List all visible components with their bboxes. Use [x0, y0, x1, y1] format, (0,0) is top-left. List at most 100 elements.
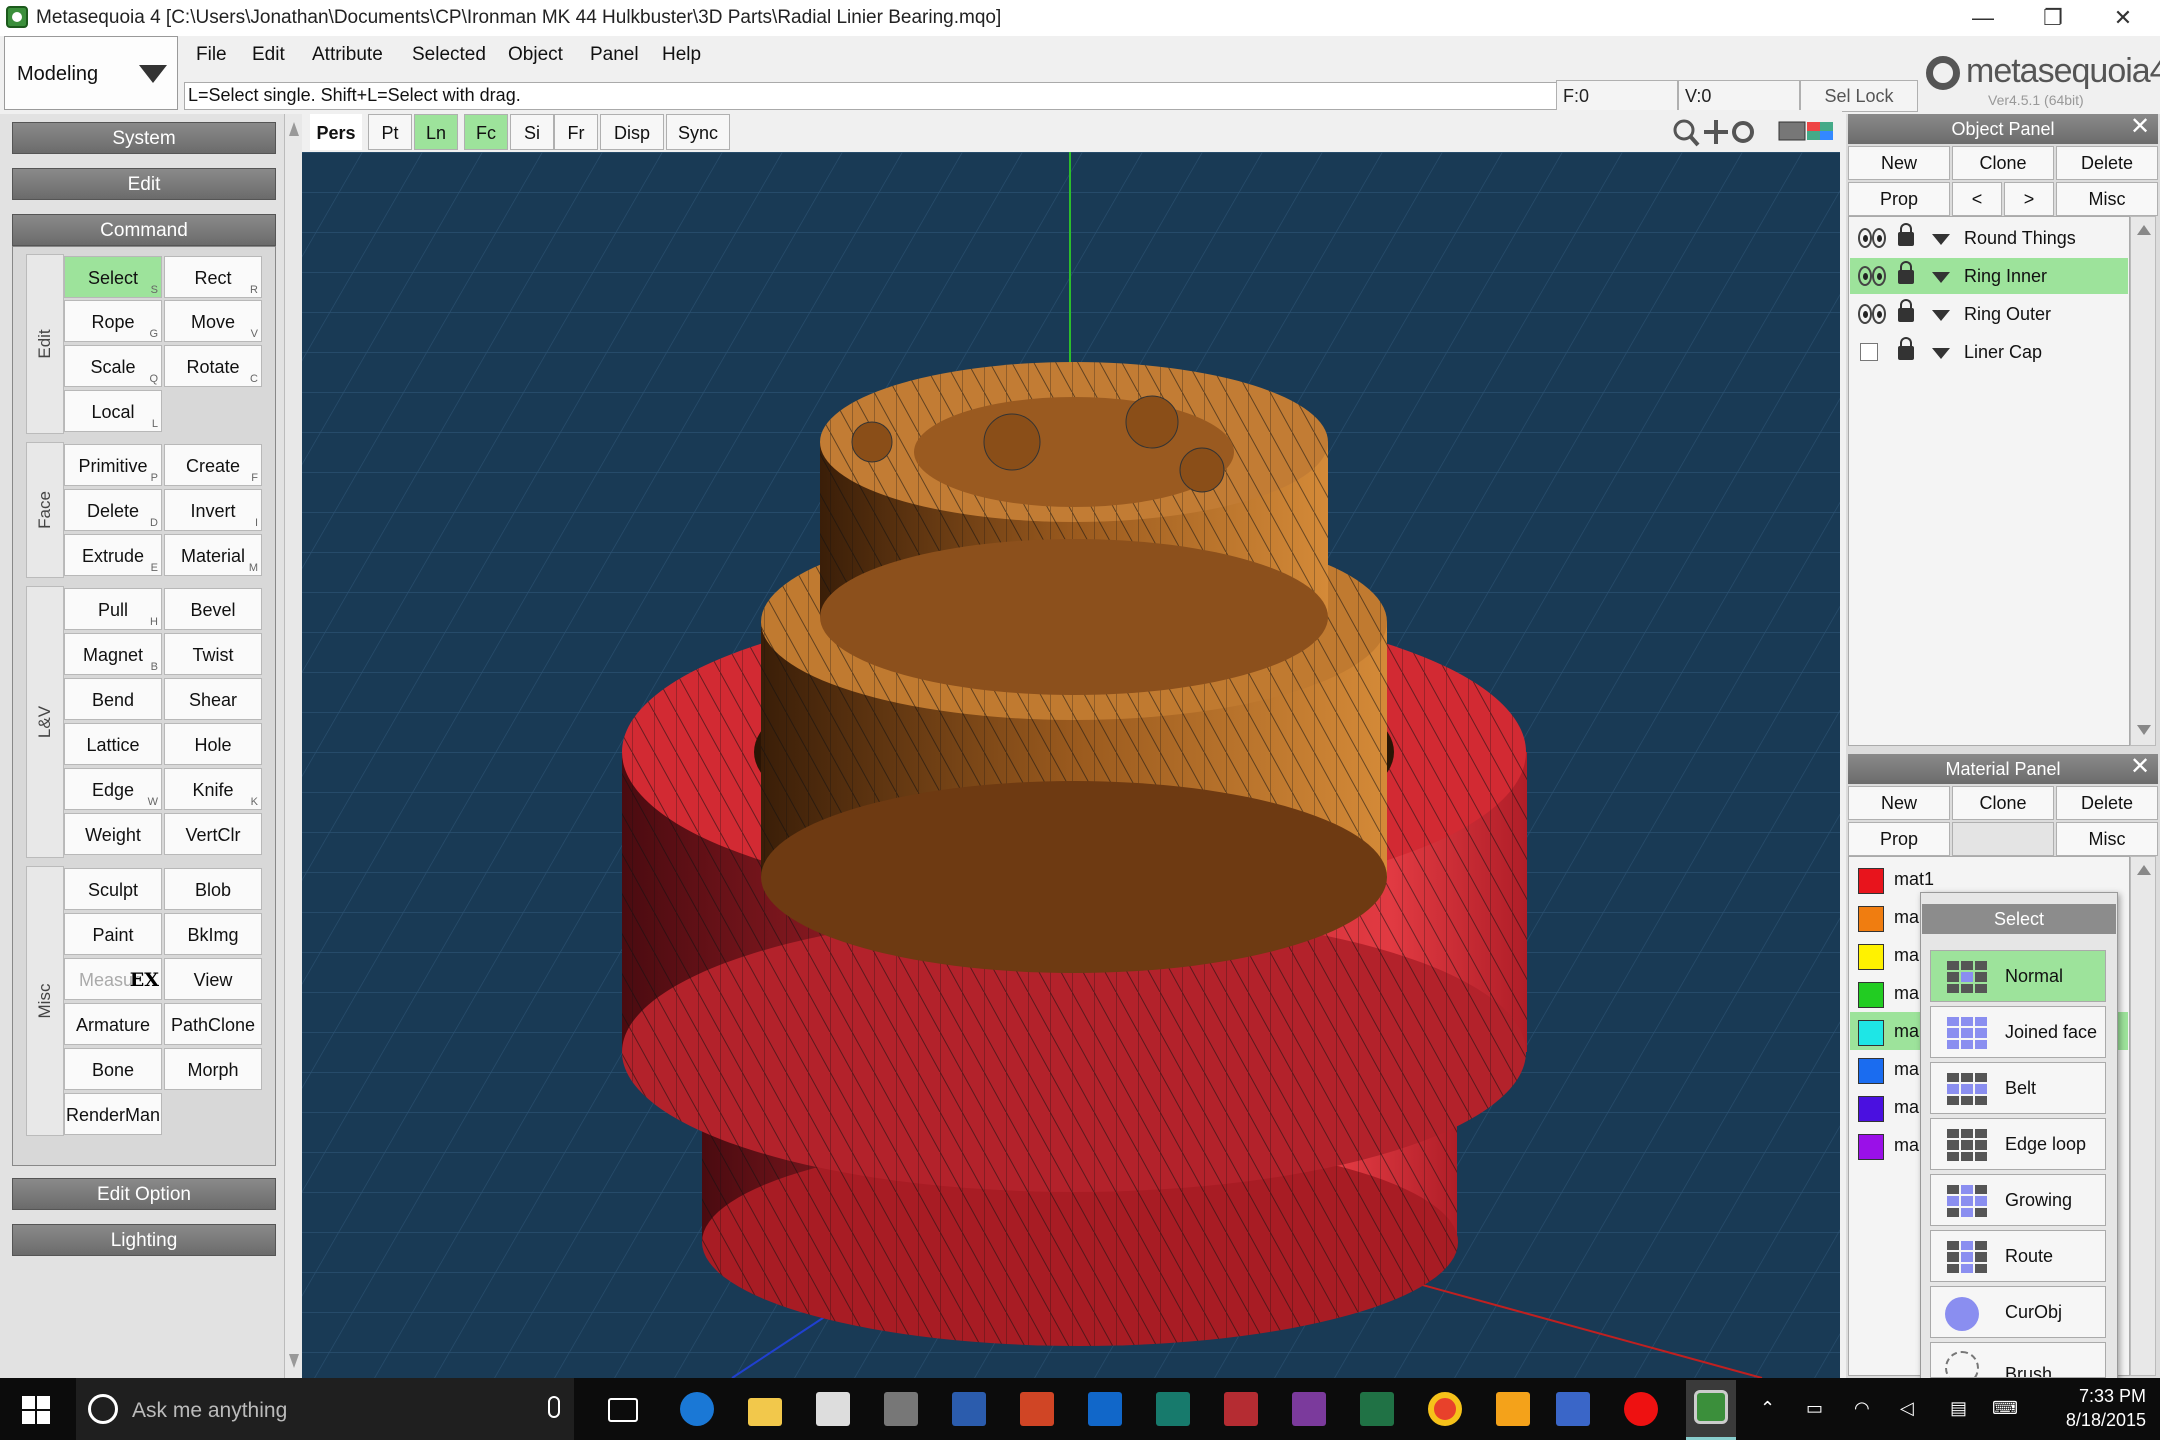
command-section[interactable]: Command — [12, 214, 276, 246]
object-row[interactable]: Liner Cap — [1850, 334, 2128, 370]
windows-start-icon[interactable] — [22, 1396, 50, 1424]
view-tool-button[interactable]: View — [164, 958, 262, 1000]
chrome-icon[interactable] — [1428, 1392, 1462, 1426]
calculator-icon[interactable] — [884, 1392, 918, 1426]
material-clone-button[interactable]: Clone — [1952, 786, 2054, 820]
bkimg-tool-button[interactable]: BkImg — [164, 913, 262, 955]
mode-dropdown[interactable]: Modeling — [4, 36, 178, 110]
select-tool-button[interactable]: Select S — [64, 256, 162, 298]
close-button[interactable]: ✕ — [2092, 0, 2154, 36]
taskbar-clock[interactable]: 7:33 PM 8/18/2015 — [2020, 1384, 2146, 1432]
app-icon[interactable] — [6, 6, 28, 28]
twist-tool-button[interactable]: Twist — [164, 633, 262, 675]
primitive-tool-button[interactable]: Primitive P — [64, 444, 162, 486]
expand-triangle-icon[interactable] — [1932, 348, 1950, 359]
lock-icon[interactable] — [1898, 223, 1914, 246]
paint-tool-button[interactable]: Paint — [64, 913, 162, 955]
scale-tool-button[interactable]: Scale Q — [64, 345, 162, 387]
bone-tool-button[interactable]: Bone — [64, 1048, 162, 1090]
object-prev-button[interactable]: < — [1952, 182, 2002, 216]
visibility-checkbox[interactable] — [1860, 343, 1878, 361]
weight-tool-button[interactable]: Weight — [64, 813, 162, 855]
rotate-tool-button[interactable]: Rotate C — [164, 345, 262, 387]
blob-tool-button[interactable]: Blob — [164, 868, 262, 910]
rope-tool-button[interactable]: Rope G — [64, 300, 162, 342]
access-icon[interactable] — [1224, 1392, 1258, 1426]
material-delete-button[interactable]: Delete — [2056, 786, 2158, 820]
measure-tool-button[interactable]: Measur EX — [64, 958, 162, 1000]
3d-viewport[interactable] — [302, 152, 1840, 1378]
system-section[interactable]: System — [12, 122, 276, 154]
view-pers-button[interactable]: Pers — [310, 114, 362, 150]
keyboard-icon[interactable]: ⌨ — [1992, 1398, 2018, 1419]
metasequoia-taskbar-button[interactable] — [1686, 1380, 1736, 1440]
select-brush-button[interactable]: Brush — [1930, 1342, 2106, 1378]
select-edge-loop-button[interactable]: Edge loop — [1930, 1118, 2106, 1170]
screen-layout-icon[interactable] — [1778, 118, 1836, 146]
sculpt-tool-button[interactable]: Sculpt — [64, 868, 162, 910]
edit-option-section[interactable]: Edit Option — [12, 1178, 276, 1210]
pull-tool-button[interactable]: Pull H — [64, 588, 162, 630]
material-tool-button[interactable]: Material M — [164, 534, 262, 576]
view-fc-button[interactable]: Fc — [464, 114, 508, 150]
visibility-eye-icon[interactable] — [1858, 266, 1888, 286]
edge-tool-button[interactable]: Edge W — [64, 768, 162, 810]
material-panel-close-icon[interactable]: ✕ — [2130, 754, 2150, 780]
view-fr-button[interactable]: Fr — [554, 114, 598, 150]
publisher-icon[interactable] — [1156, 1392, 1190, 1426]
volume-icon[interactable]: ◁ — [1900, 1398, 1914, 1419]
object-row[interactable]: Ring Outer — [1850, 296, 2128, 332]
minimize-button[interactable]: — — [1952, 0, 2014, 36]
onenote-icon[interactable] — [1292, 1392, 1326, 1426]
restore-button[interactable]: ❐ — [2022, 0, 2084, 36]
material-list-scrollbar[interactable] — [2130, 856, 2156, 1376]
menu-selected[interactable]: Selected — [412, 44, 486, 66]
lock-icon[interactable] — [1898, 337, 1914, 360]
object-clone-button[interactable]: Clone — [1952, 146, 2054, 180]
invert-tool-button[interactable]: Invert I — [164, 489, 262, 531]
action-center-icon[interactable]: ▤ — [1950, 1398, 1967, 1419]
visibility-eye-icon[interactable] — [1858, 304, 1888, 324]
menu-help[interactable]: Help — [662, 44, 701, 66]
menu-edit[interactable]: Edit — [252, 44, 285, 66]
pathclone-tool-button[interactable]: PathClone — [164, 1003, 262, 1045]
object-prop-button[interactable]: Prop — [1848, 182, 1950, 216]
store-icon[interactable] — [816, 1392, 850, 1426]
select-curobj-button[interactable]: CurObj — [1930, 1286, 2106, 1338]
bend-tool-button[interactable]: Bend — [64, 678, 162, 720]
rect-tool-button[interactable]: Rect R — [164, 256, 262, 298]
object-list-scrollbar[interactable] — [2130, 216, 2156, 746]
word-icon[interactable] — [952, 1392, 986, 1426]
bevel-tool-button[interactable]: Bevel — [164, 588, 262, 630]
lock-icon[interactable] — [1898, 299, 1914, 322]
battery-icon[interactable]: ▭ — [1806, 1398, 1823, 1419]
material-new-button[interactable]: New — [1848, 786, 1950, 820]
edit-section[interactable]: Edit — [12, 168, 276, 200]
magnet-tool-button[interactable]: Magnet B — [64, 633, 162, 675]
object-row[interactable]: Round Things — [1850, 220, 2128, 256]
view-si-button[interactable]: Si — [510, 114, 554, 150]
select-normal-button[interactable]: Normal — [1930, 950, 2106, 1002]
excel-icon[interactable] — [1360, 1392, 1394, 1426]
expand-triangle-icon[interactable] — [1932, 310, 1950, 321]
select-growing-button[interactable]: Growing — [1930, 1174, 2106, 1226]
renderman-tool-button[interactable]: RenderMan — [64, 1093, 162, 1135]
menu-panel[interactable]: Panel — [590, 44, 639, 66]
lighting-section[interactable]: Lighting — [12, 1224, 276, 1256]
edge-browser-icon[interactable] — [680, 1392, 714, 1426]
local-tool-button[interactable]: Local L — [64, 390, 162, 432]
expand-triangle-icon[interactable] — [1932, 234, 1950, 245]
wifi-icon[interactable]: ◠ — [1854, 1398, 1870, 1419]
powerpoint-icon[interactable] — [1020, 1392, 1054, 1426]
apps-grid-icon[interactable] — [1496, 1392, 1530, 1426]
object-panel-close-icon[interactable]: ✕ — [2130, 114, 2150, 140]
object-delete-button[interactable]: Delete — [2056, 146, 2158, 180]
view-sync-button[interactable]: Sync — [666, 114, 730, 150]
left-scrollbar[interactable] — [284, 114, 302, 1378]
tray-chevron-icon[interactable]: ⌃ — [1760, 1398, 1775, 1419]
microphone-icon[interactable] — [548, 1396, 560, 1418]
select-route-button[interactable]: Route — [1930, 1230, 2106, 1282]
file-explorer-icon[interactable] — [748, 1398, 782, 1426]
shear-tool-button[interactable]: Shear — [164, 678, 262, 720]
red-app-icon[interactable] — [1624, 1392, 1658, 1426]
